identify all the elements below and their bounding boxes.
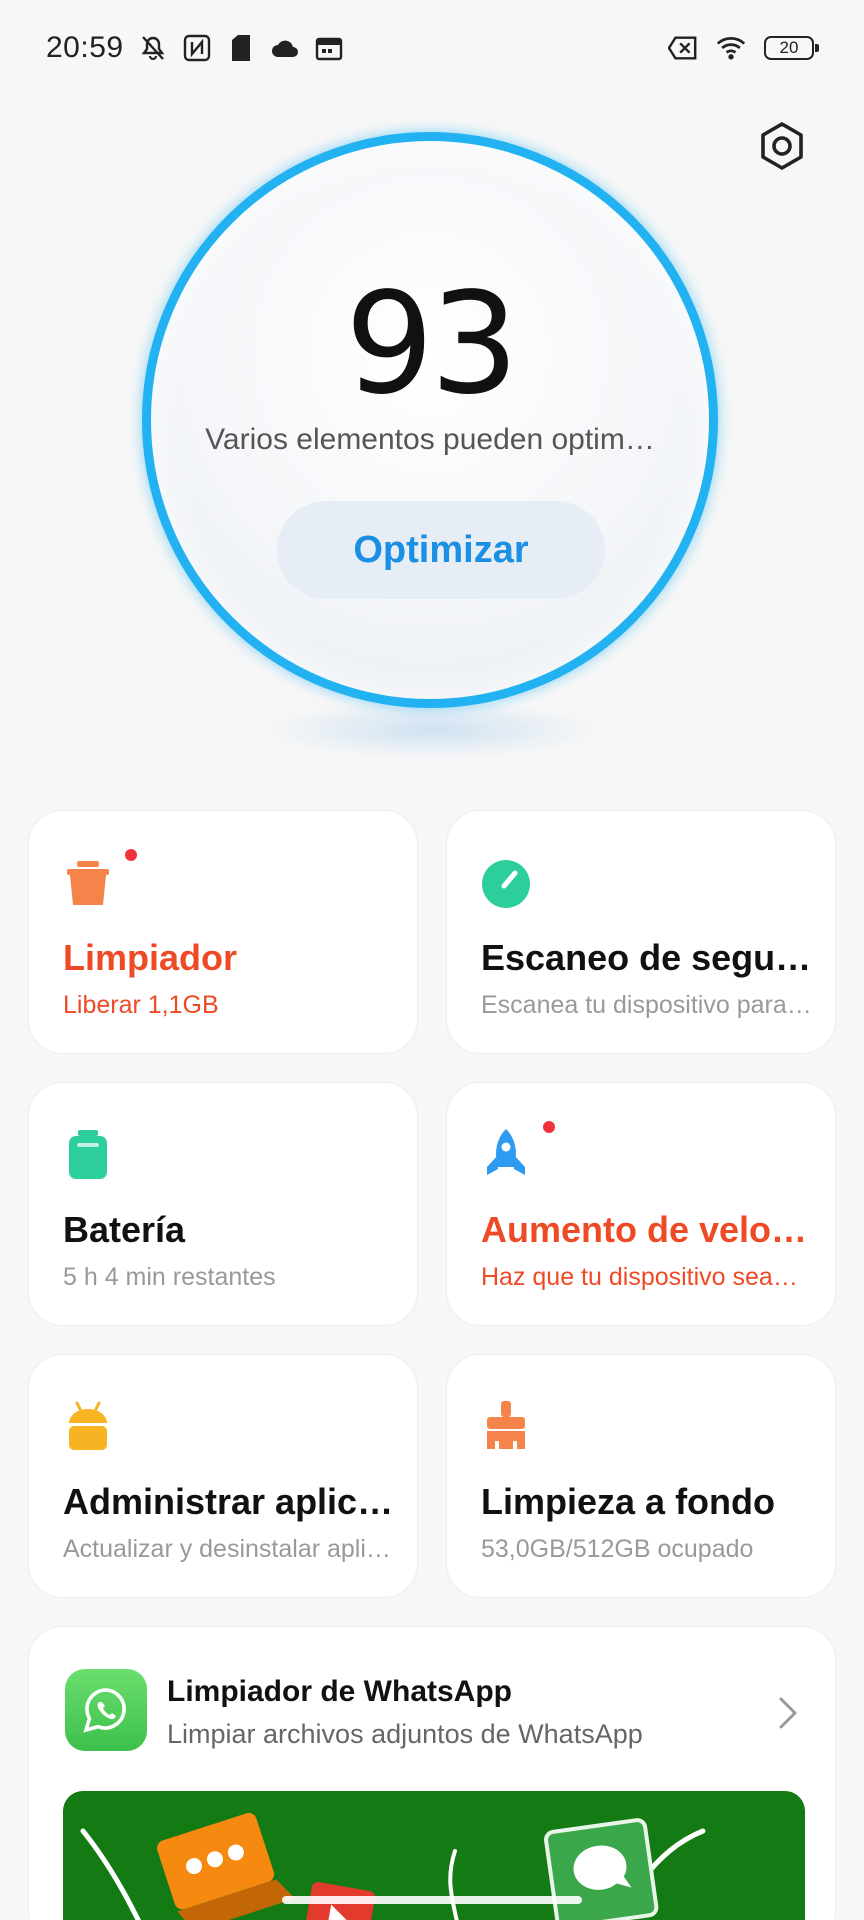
nfc-icon: [182, 33, 212, 63]
status-bar-right: 20: [668, 33, 819, 63]
card-security-scan[interactable]: Escaneo de seguri… Escanea tu dispositiv…: [446, 810, 836, 1054]
status-time: 20:59: [46, 31, 124, 64]
whatsapp-card-subtitle: Limpiar archivos adjuntos de WhatsApp: [167, 1719, 643, 1749]
card-title: Escaneo de seguri…: [481, 937, 821, 978]
whatsapp-cleaner-card[interactable]: Limpiador de WhatsApp Limpiar archivos a…: [28, 1626, 836, 1920]
cloud-icon: [270, 33, 300, 63]
optimize-button[interactable]: Optimizar: [277, 501, 605, 599]
score-ring: 93 Varios elementos pueden optim… Optimi…: [142, 132, 718, 708]
card-subtitle: 5 h 4 min restantes: [63, 1263, 276, 1291]
card-speed-boost[interactable]: Aumento de veloci… Haz que tu dispositiv…: [446, 1082, 836, 1326]
card-title: Administrar aplica…: [63, 1481, 403, 1522]
trash-icon: [67, 861, 109, 905]
card-cleaner[interactable]: Limpiador Liberar 1,1GB: [28, 810, 418, 1054]
wifi-icon: [716, 33, 746, 63]
card-title: Batería: [63, 1209, 186, 1250]
battery-level: 20: [779, 38, 799, 57]
card-battery[interactable]: Batería 5 h 4 min restantes: [28, 1082, 418, 1326]
gear-icon: [761, 122, 803, 170]
card-title: Limpieza a fondo: [481, 1481, 776, 1522]
card-subtitle: Escanea tu dispositivo para…: [481, 991, 812, 1019]
sim-icon: [226, 33, 256, 63]
card-subtitle: Actualizar y desinstalar apli…: [63, 1535, 391, 1563]
card-deep-clean[interactable]: Limpieza a fondo 53,0GB/512GB ocupado: [446, 1354, 836, 1598]
mute-icon: [138, 33, 168, 63]
score-shadow: [260, 700, 604, 760]
notification-dot: [125, 849, 137, 861]
card-subtitle: Liberar 1,1GB: [63, 991, 219, 1019]
card-subtitle: Haz que tu dispositivo sea…: [481, 1263, 798, 1291]
android-icon: [69, 1401, 107, 1450]
whatsapp-icon: [65, 1669, 147, 1751]
battery-icon: 20: [764, 36, 819, 60]
settings-button[interactable]: [756, 120, 808, 172]
whatsapp-card-title: Limpiador de WhatsApp: [167, 1675, 512, 1708]
broom-icon: [487, 1401, 525, 1449]
score-subtitle: Varios elementos pueden optim…: [205, 423, 655, 456]
calendar-icon: [314, 33, 344, 63]
status-bar-left: 20:59: [46, 31, 344, 65]
card-title: Limpiador: [63, 937, 238, 978]
no-sim-icon: [668, 33, 698, 63]
chevron-right-icon: [779, 1697, 797, 1729]
battery-card-icon: [69, 1130, 107, 1179]
notification-dot: [543, 1121, 555, 1133]
score-value: 93: [344, 263, 519, 426]
security-scan-icon: [482, 860, 530, 908]
card-manage-apps[interactable]: Administrar aplica… Actualizar y desinst…: [28, 1354, 418, 1598]
rocket-icon: [487, 1129, 525, 1175]
home-indicator[interactable]: [282, 1896, 582, 1904]
score-circle: 93 Varios elementos pueden optim… Optimi…: [142, 132, 718, 708]
card-title: Aumento de veloci…: [481, 1209, 821, 1250]
card-subtitle: 53,0GB/512GB ocupado: [481, 1535, 754, 1563]
status-bar: 20:59 20: [0, 0, 864, 96]
